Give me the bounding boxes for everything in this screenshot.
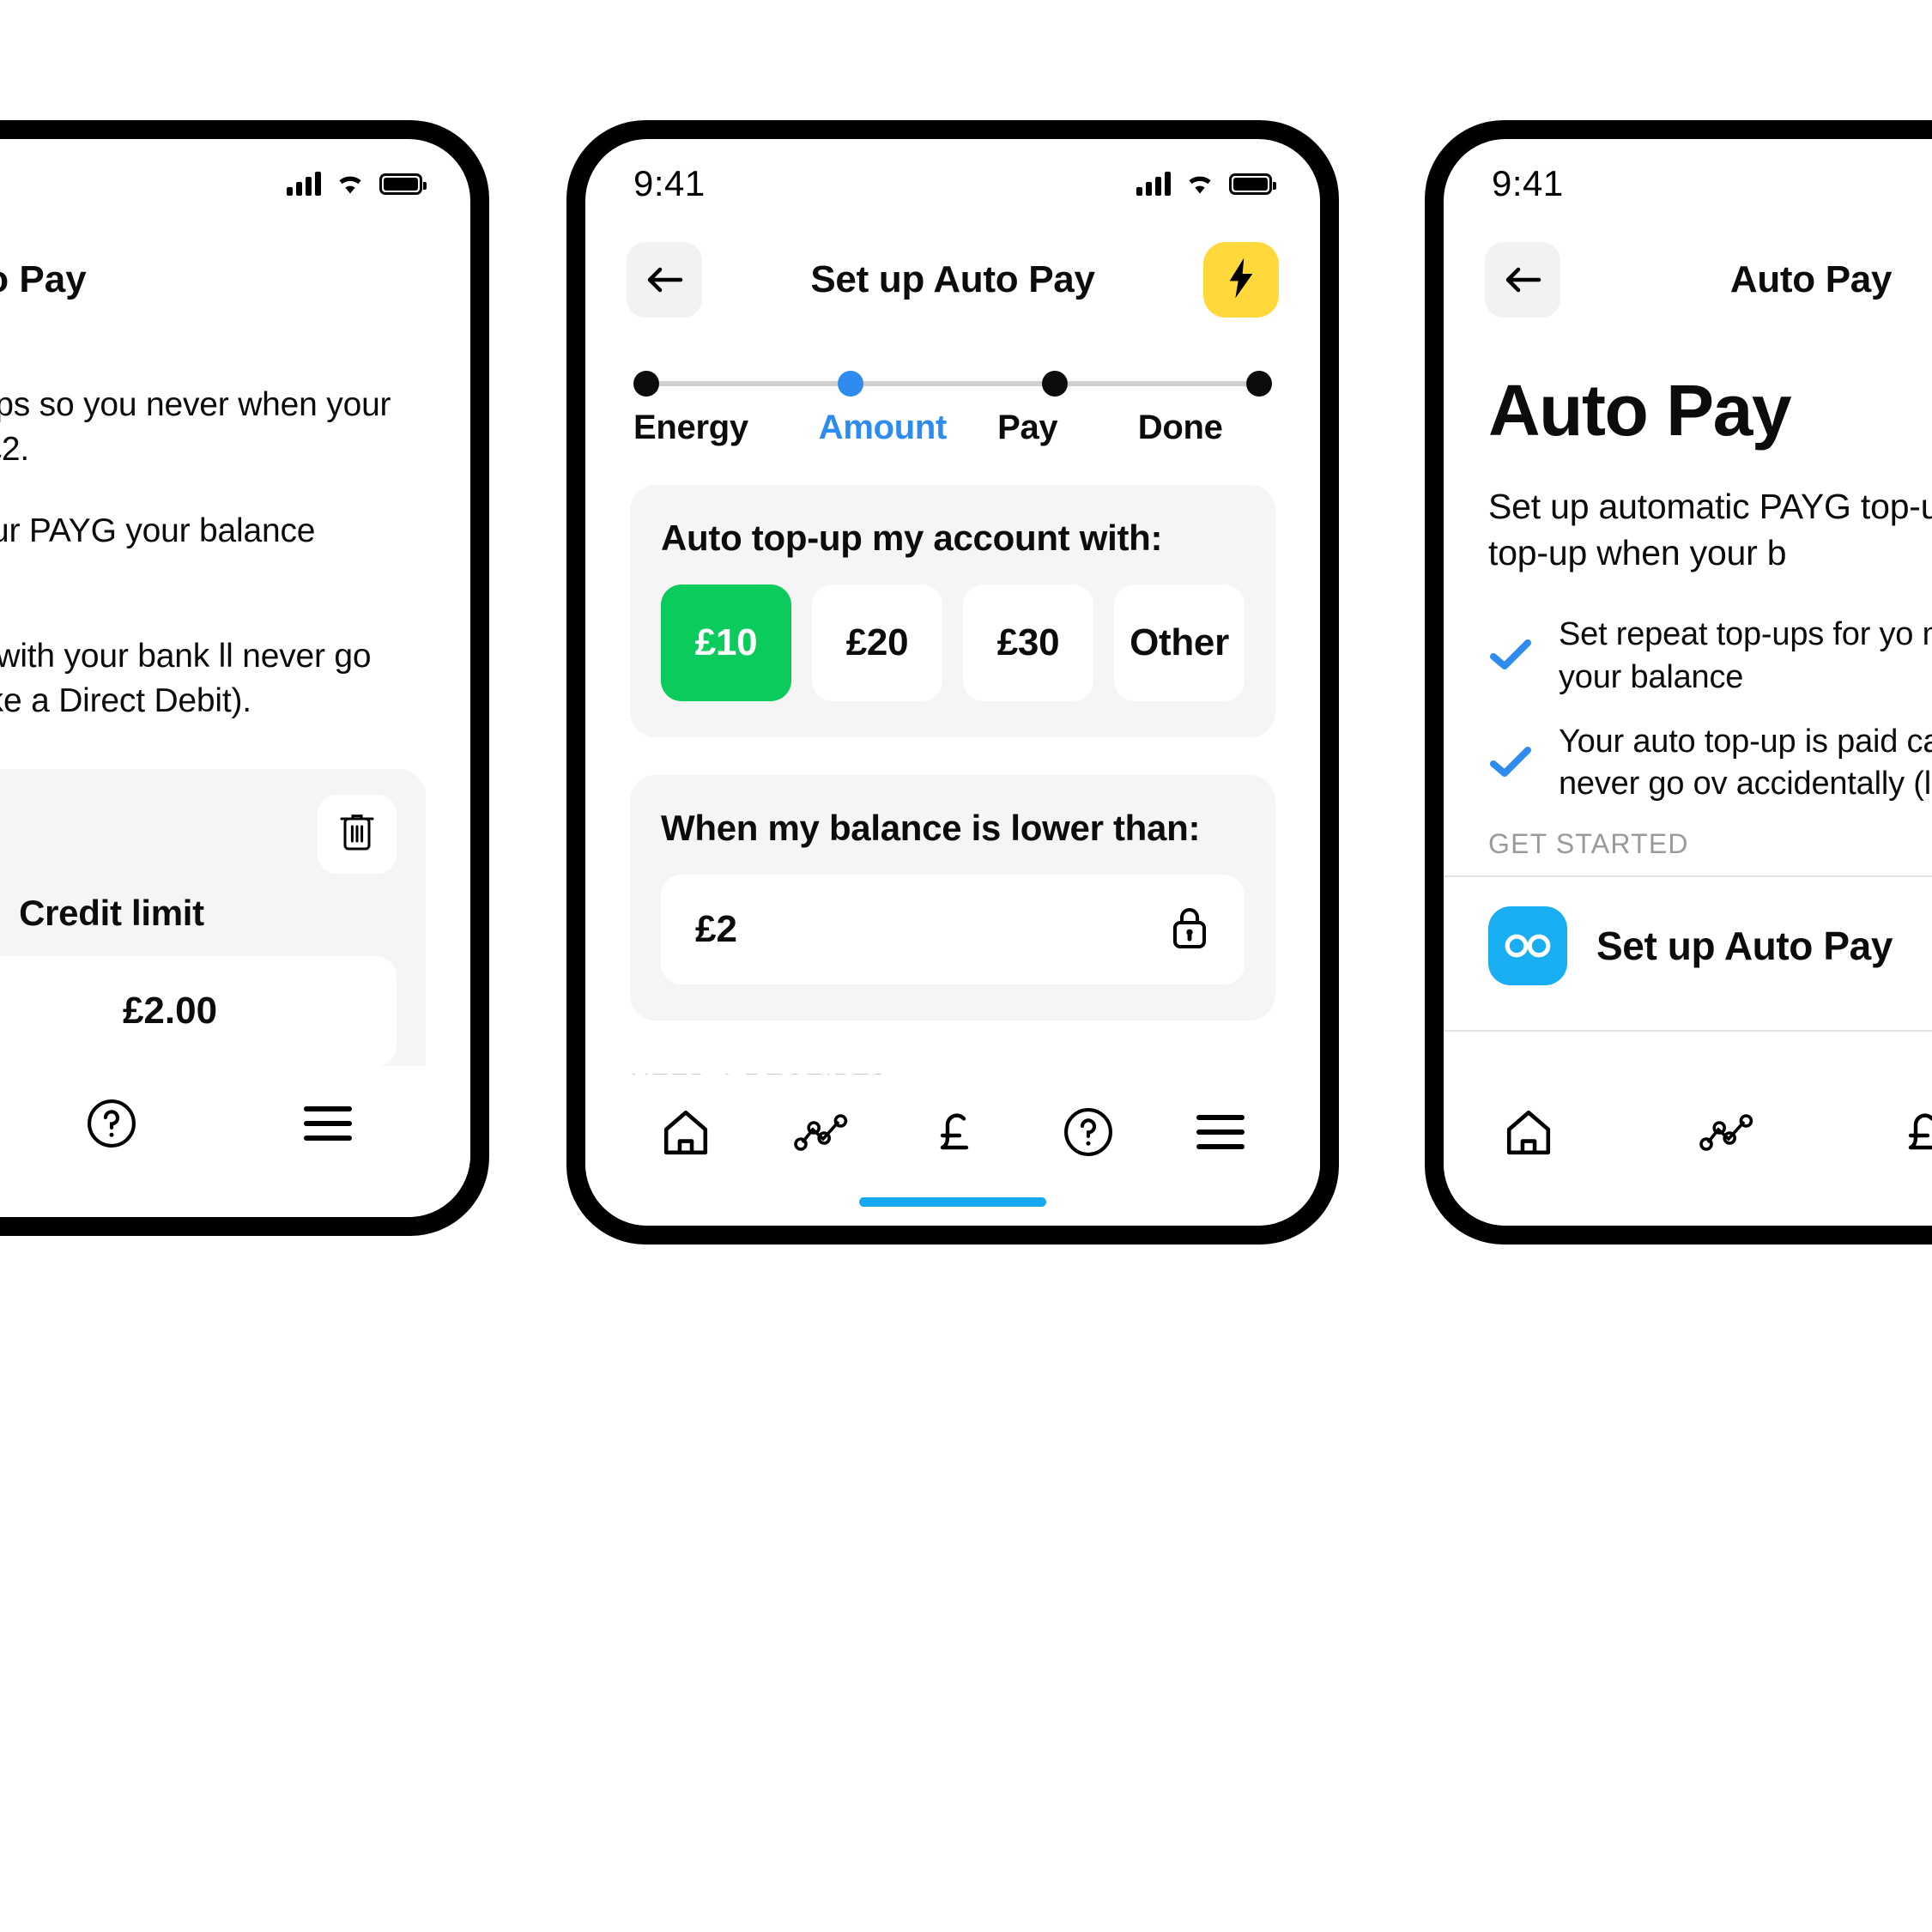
back-button[interactable] — [1485, 242, 1560, 318]
status-bar-left — [0, 139, 470, 213]
benefit-text: Set repeat top-ups for yo meter when you… — [1559, 616, 1932, 695]
nav-help-icon[interactable] — [1063, 1107, 1113, 1157]
back-button[interactable] — [627, 242, 702, 318]
signal-icon — [287, 171, 321, 196]
setup-stepper: Energy Amount Pay Done — [585, 323, 1320, 447]
step-line-2 — [863, 381, 1042, 386]
step-label-done: Done — [1137, 409, 1223, 446]
balance-threshold-card: When my balance is lower than: £2 — [630, 775, 1275, 1021]
step-dot-amount[interactable] — [838, 371, 863, 397]
app-header-middle: Set up Auto Pay — [585, 213, 1320, 323]
app-header-left: Auto Pay — [0, 213, 470, 323]
step-dot-done[interactable] — [1246, 371, 1272, 397]
amount-option-30[interactable]: £30 — [963, 584, 1093, 701]
amount-option-20[interactable]: £20 — [812, 584, 942, 701]
credit-limit-value[interactable]: £2.00 — [0, 955, 397, 1066]
nav-pound-icon[interactable] — [1900, 1106, 1932, 1158]
benefit-list: Set repeat top-ups for yo meter when you… — [1444, 576, 1932, 806]
step-label-energy: Energy — [633, 409, 748, 446]
balance-threshold-field[interactable]: £2 — [661, 875, 1245, 984]
list-item-setup-auto-pay[interactable]: Set up Auto Pay — [1444, 877, 1932, 1014]
step-line-1 — [659, 381, 838, 386]
status-icons — [287, 171, 427, 196]
amount-option-10[interactable]: £10 — [661, 584, 791, 701]
flash-button[interactable] — [1203, 242, 1279, 318]
topup-amount-title: Auto top-up my account with: — [661, 518, 1163, 558]
left-paragraph-1: c PAYG top-ups so you never when your ba… — [0, 386, 391, 469]
credit-limit-card: Credit limit £2.00 — [0, 768, 426, 1104]
phone-screen-right: 9:41 Auto Pay Auto Pay Set up automatic … — [1444, 139, 1932, 1226]
home-indicator — [859, 1197, 1046, 1207]
step-label-pay: Pay — [997, 409, 1058, 446]
nav-pound-icon[interactable] — [932, 1106, 980, 1158]
topup-amount-card: Auto top-up my account with: £10 £20 £30… — [630, 485, 1275, 737]
wifi-icon — [1185, 173, 1214, 195]
divider — [1444, 1029, 1932, 1032]
credit-limit-fields: £2.00 — [0, 955, 397, 1066]
delete-button[interactable] — [318, 794, 397, 874]
nav-help-icon[interactable] — [87, 1099, 136, 1148]
screenshot-canvas: Auto Pay c PAYG top-ups so you never whe… — [0, 0, 1932, 1932]
phone-screen-middle: 9:41 Set up Auto Pay Energy Amount Pay D… — [585, 139, 1320, 1226]
status-bar-right: 9:41 — [1444, 139, 1932, 213]
nav-usage-icon[interactable] — [794, 1112, 849, 1152]
infinity-icon — [1488, 905, 1567, 985]
page-title: Auto Pay — [0, 258, 87, 300]
balance-threshold-title: When my balance is lower than: — [661, 808, 1201, 848]
check-icon — [1488, 744, 1533, 783]
step-line-3 — [1068, 381, 1246, 386]
trash-icon — [336, 809, 378, 858]
left-paragraph-3: op-up is paid with your bank ll never go… — [0, 638, 372, 720]
signal-icon — [1136, 171, 1171, 196]
step-dot-energy[interactable] — [633, 371, 659, 397]
benefit-text: Your auto top-up is paid card, so you’ll… — [1559, 724, 1932, 802]
battery-icon — [379, 173, 427, 195]
stepper-labels: Energy Amount Pay Done — [633, 409, 1272, 447]
status-bar-middle: 9:41 — [585, 139, 1320, 213]
hero-intro: Set up automatic PAYG top-u forget to to… — [1488, 487, 1932, 573]
left-paragraph-2: op-ups for your PAYG your balance reache… — [0, 512, 316, 549]
status-time: 9:41 — [633, 163, 706, 203]
balance-threshold-value: £2 — [695, 908, 737, 950]
status-icons — [1136, 171, 1276, 196]
step-label-amount: Amount — [818, 409, 948, 446]
amount-option-group: £10 £20 £30 Other — [661, 584, 1245, 701]
phone-mockup-middle: 9:41 Set up Auto Pay Energy Amount Pay D… — [566, 120, 1339, 1245]
phone-mockup-left: Auto Pay c PAYG top-ups so you never whe… — [0, 120, 489, 1236]
nav-menu-icon[interactable] — [304, 1106, 353, 1141]
left-body-copy: c PAYG top-ups so you never when your ba… — [0, 323, 470, 724]
battery-icon — [1229, 173, 1276, 195]
lock-icon — [1169, 904, 1210, 956]
benefit-item: Your auto top-up is paid card, so you’ll… — [1488, 721, 1932, 806]
bottom-nav-left — [0, 1066, 470, 1217]
bottom-nav-right — [1444, 1075, 1932, 1226]
nav-usage-icon[interactable] — [1699, 1112, 1754, 1152]
stepper-track — [633, 371, 1272, 397]
nav-menu-icon[interactable] — [1196, 1115, 1245, 1149]
wifi-icon — [336, 173, 365, 195]
hero-title: Auto Pay — [1488, 370, 1792, 451]
nav-home-icon[interactable] — [661, 1108, 711, 1156]
benefit-item: Set repeat top-ups for yo meter when you… — [1488, 614, 1932, 699]
amount-option-other[interactable]: Other — [1114, 584, 1245, 701]
list-item-label: Set up Auto Pay — [1596, 923, 1893, 968]
nav-home-icon[interactable] — [1504, 1108, 1553, 1156]
phone-screen-left: Auto Pay c PAYG top-ups so you never whe… — [0, 139, 470, 1217]
step-dot-pay[interactable] — [1042, 371, 1068, 397]
check-icon — [1488, 637, 1533, 675]
flash-icon — [1226, 257, 1256, 304]
status-time: 9:41 — [1492, 163, 1564, 203]
phone-mockup-right: 9:41 Auto Pay Auto Pay Set up automatic … — [1425, 120, 1932, 1245]
get-started-eyebrow: GET STARTED — [1488, 827, 1689, 859]
app-header-right: Auto Pay — [1444, 213, 1932, 323]
credit-limit-label: Credit limit — [19, 892, 204, 933]
